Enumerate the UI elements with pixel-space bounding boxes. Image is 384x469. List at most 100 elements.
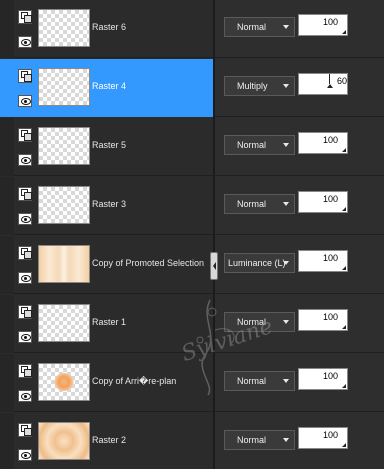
blend-mode-dropdown[interactable]: Normal [224, 430, 295, 450]
opacity-slider-handle[interactable] [342, 30, 346, 34]
layer-name[interactable]: Raster 6 [92, 22, 126, 32]
layer-row-left: Copy of Arri�re-plan [0, 354, 213, 412]
layer-indent [0, 118, 14, 176]
opacity-slider-handle[interactable] [342, 266, 346, 270]
chevron-down-icon [283, 202, 289, 206]
layer-name[interactable]: Copy of Promoted Selection [92, 258, 204, 268]
opacity-field[interactable]: 100 [298, 14, 348, 36]
opacity-field[interactable]: 100 [298, 250, 348, 272]
blend-mode-dropdown[interactable]: Multiply [224, 76, 295, 96]
blend-mode-dropdown[interactable]: Normal [224, 194, 295, 214]
opacity-field[interactable]: 100 [298, 191, 348, 213]
layer-name[interactable]: Raster 3 [92, 199, 126, 209]
layer-thumbnail[interactable] [38, 186, 90, 224]
layer-indent [0, 354, 14, 412]
eye-icon[interactable] [18, 95, 32, 107]
blend-mode-dropdown[interactable]: Luminance (L) [224, 253, 295, 273]
eye-icon[interactable] [18, 213, 32, 225]
opacity-slider-handle[interactable] [342, 207, 346, 211]
eye-icon[interactable] [18, 449, 32, 461]
opacity-field[interactable]: 60 [298, 73, 348, 95]
layer-indent [0, 236, 14, 294]
layer-row-left: Raster 2 [0, 413, 213, 469]
layer-name[interactable]: Raster 4 [92, 81, 126, 91]
chevron-down-icon [283, 143, 289, 147]
opacity-value: 100 [323, 253, 339, 263]
eye-icon[interactable] [18, 390, 32, 402]
layer-row[interactable]: Raster 5 Normal 100 [0, 118, 384, 176]
chevron-down-icon [283, 379, 289, 383]
layer-group-icon[interactable] [18, 246, 32, 260]
layer-row-left: Raster 5 [0, 118, 213, 176]
layer-indent [0, 0, 14, 58]
layer-row[interactable]: Raster 6 Normal 100 [0, 0, 384, 58]
opacity-slider-handle[interactable] [342, 325, 346, 329]
layer-thumbnail[interactable] [38, 363, 90, 401]
layer-row-left: Raster 4 [0, 59, 213, 117]
layer-name[interactable]: Raster 2 [92, 435, 126, 445]
layer-group-icon[interactable] [18, 305, 32, 319]
layer-group-icon[interactable] [18, 187, 32, 201]
layer-row-left: Copy of Promoted Selection [0, 236, 213, 294]
blend-mode-value: Normal [237, 22, 267, 32]
layer-row-left: Raster 1 [0, 295, 213, 353]
layer-row[interactable]: Raster 3 Normal 100 [0, 177, 384, 235]
opacity-slider-notch[interactable] [327, 84, 333, 88]
layer-thumbnail[interactable] [38, 9, 90, 47]
blend-mode-dropdown[interactable]: Normal [224, 135, 295, 155]
layer-row[interactable]: Copy of Promoted Selection Luminance (L)… [0, 236, 384, 294]
eye-icon[interactable] [18, 272, 32, 284]
opacity-value: 100 [323, 17, 339, 27]
layer-name[interactable]: Raster 1 [92, 317, 126, 327]
layer-indent [0, 295, 14, 353]
chevron-down-icon [283, 320, 289, 324]
opacity-value: 100 [323, 135, 339, 145]
blend-mode-dropdown[interactable]: Normal [224, 371, 295, 391]
opacity-slider-marker [329, 74, 330, 84]
opacity-field[interactable]: 100 [298, 309, 348, 331]
chevron-down-icon [283, 84, 289, 88]
blend-mode-value: Normal [237, 435, 267, 445]
layer-group-icon[interactable] [18, 364, 32, 378]
layer-group-icon[interactable] [18, 10, 32, 24]
layer-name[interactable]: Raster 5 [92, 140, 126, 150]
layer-group-icon[interactable] [18, 69, 32, 83]
layer-thumbnail[interactable] [38, 422, 90, 460]
layer-row-left: Raster 6 [0, 0, 213, 58]
opacity-field[interactable]: 100 [298, 427, 348, 449]
opacity-value: 100 [323, 430, 339, 440]
eye-icon[interactable] [18, 36, 32, 48]
opacity-slider-handle[interactable] [342, 148, 346, 152]
blend-mode-dropdown[interactable]: Normal [224, 17, 295, 37]
opacity-field[interactable]: 100 [298, 368, 348, 390]
chevron-down-icon [283, 25, 289, 29]
layer-group-icon[interactable] [18, 423, 32, 437]
opacity-value: 60 [337, 76, 348, 86]
panel-collapse-handle[interactable] [210, 252, 218, 280]
layer-thumbnail[interactable] [38, 68, 90, 106]
opacity-field[interactable]: 100 [298, 132, 348, 154]
eye-icon[interactable] [18, 331, 32, 343]
layer-row[interactable]: Copy of Arri�re-plan Normal 100 [0, 354, 384, 412]
layer-thumbnail[interactable] [38, 304, 90, 342]
blend-mode-value: Normal [237, 376, 267, 386]
layer-row[interactable]: Raster 1 Normal 100 [0, 295, 384, 353]
layer-row[interactable]: Raster 4 Multiply 60 [0, 59, 384, 117]
blend-mode-dropdown[interactable]: Normal [224, 312, 295, 332]
eye-icon[interactable] [18, 154, 32, 166]
layer-indent [0, 413, 14, 469]
opacity-value: 100 [323, 312, 339, 322]
layer-row-left: Raster 3 [0, 177, 213, 235]
opacity-slider-handle[interactable] [342, 384, 346, 388]
layer-name[interactable]: Copy of Arri�re-plan [92, 376, 176, 387]
layer-indent [0, 177, 14, 235]
layer-row[interactable]: Raster 2 Normal 100 [0, 413, 384, 469]
layer-group-icon[interactable] [18, 128, 32, 142]
opacity-value: 100 [323, 194, 339, 204]
layer-thumbnail[interactable] [38, 127, 90, 165]
blend-mode-value: Normal [237, 140, 267, 150]
opacity-slider-handle[interactable] [342, 443, 346, 447]
flower-thumbnail-art [54, 373, 74, 391]
layer-thumbnail[interactable] [38, 245, 90, 283]
blend-mode-value: Normal [237, 317, 267, 327]
